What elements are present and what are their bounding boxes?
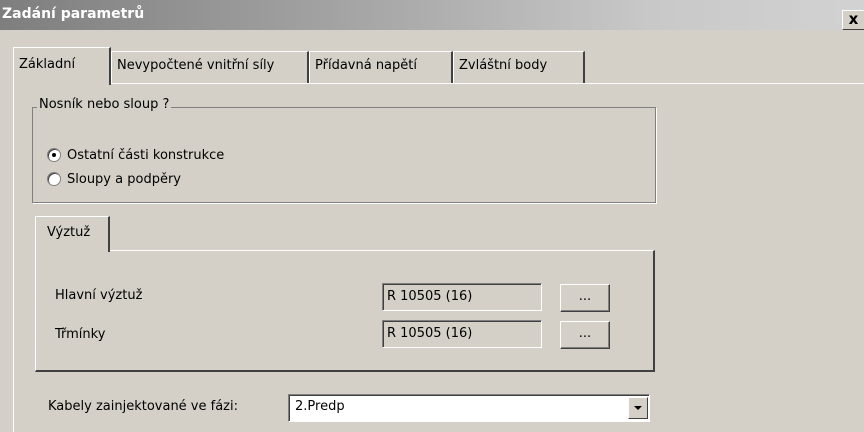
- member-type-legend: Nosník nebo sloup ?: [37, 97, 172, 112]
- close-button[interactable]: x: [842, 10, 864, 30]
- radio-button-checked[interactable]: [47, 148, 61, 162]
- cables-phase-select[interactable]: 2.Predp: [288, 394, 650, 422]
- label-trminky: Třmínky: [55, 327, 106, 342]
- chevron-down-icon: [634, 406, 642, 410]
- radio-ostatni-casti[interactable]: Ostatní části konstrukce: [47, 146, 224, 164]
- label-kabely: Kabely zainjektované ve fázi:: [48, 399, 238, 414]
- title-bar: Zadání parametrů x: [0, 0, 864, 30]
- radio-sloupy-a-podpery[interactable]: Sloupy a podpěry: [47, 170, 181, 188]
- tab-nevypoctene-vnitrni-sily[interactable]: Nevypočtené vnitřní síly: [111, 51, 309, 83]
- browse-hlavni-vyztuz-button[interactable]: ...: [560, 284, 610, 312]
- tab-zvlastni-body[interactable]: Zvláštní body: [453, 51, 585, 83]
- browse-trminky-button[interactable]: ...: [560, 321, 610, 349]
- field-trminky[interactable]: R 10505 (16): [382, 320, 542, 348]
- member-type-groupbox: Nosník nebo sloup ? Ostatní části konstr…: [32, 97, 656, 203]
- tab-pridavna-napeti[interactable]: Přídavná napětí: [309, 51, 453, 83]
- tab-zakladni[interactable]: Základní: [13, 47, 111, 85]
- window-title: Zadání parametrů: [2, 6, 145, 22]
- label-hlavni-vyztuz: Hlavní výztuž: [55, 288, 143, 303]
- field-hlavni-vyztuz[interactable]: R 10505 (16): [382, 283, 542, 311]
- radio-label-sloupy: Sloupy a podpěry: [67, 171, 181, 187]
- radio-button-unchecked[interactable]: [47, 172, 61, 186]
- radio-label-ostatni-casti: Ostatní části konstrukce: [67, 147, 225, 163]
- dropdown-arrow-button[interactable]: [628, 397, 648, 419]
- tab-vyztuz[interactable]: Výztuž: [35, 216, 110, 252]
- cables-phase-value: 2.Predp: [295, 399, 345, 414]
